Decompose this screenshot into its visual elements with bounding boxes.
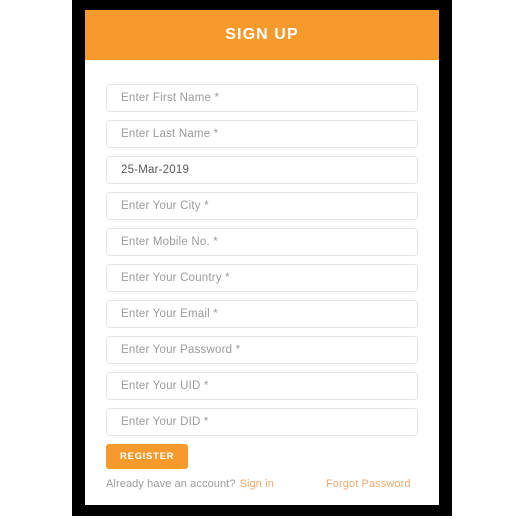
register-button[interactable]: REGISTER — [106, 444, 189, 469]
email-input[interactable]: Enter Your Email * — [106, 300, 418, 328]
mobile-no-input[interactable]: Enter Mobile No. * — [106, 228, 418, 256]
first-name-input[interactable]: Enter First Name * — [106, 84, 418, 112]
card-header: SIGN UP — [85, 10, 439, 60]
mobile-no-placeholder: Enter Mobile No. * — [121, 236, 218, 248]
uid-placeholder: Enter Your UID * — [121, 380, 209, 392]
forgot-password-link[interactable]: Forgot Password — [326, 478, 411, 490]
last-name-input[interactable]: Enter Last Name * — [106, 120, 418, 148]
city-input[interactable]: Enter Your City * — [106, 192, 418, 220]
date-of-birth-input[interactable]: 25-Mar-2019 — [106, 156, 418, 184]
did-placeholder: Enter Your DID * — [121, 416, 209, 428]
card-frame: SIGN UP Enter First Name * Enter Last Na… — [72, 0, 452, 516]
date-of-birth-value: 25-Mar-2019 — [121, 164, 190, 176]
country-placeholder: Enter Your Country * — [121, 272, 230, 284]
signup-card: SIGN UP Enter First Name * Enter Last Na… — [85, 10, 439, 505]
password-input[interactable]: Enter Your Password * — [106, 336, 418, 364]
first-name-placeholder: Enter First Name * — [121, 92, 220, 104]
city-placeholder: Enter Your City * — [121, 200, 209, 212]
country-input[interactable]: Enter Your Country * — [106, 264, 418, 292]
did-input[interactable]: Enter Your DID * — [106, 408, 418, 436]
email-placeholder: Enter Your Email * — [121, 308, 218, 320]
sign-in-link[interactable]: Sign in — [240, 478, 274, 490]
password-placeholder: Enter Your Password * — [121, 344, 241, 356]
page-title: SIGN UP — [225, 26, 299, 43]
form-actions: REGISTER Already have an account? Sign i… — [106, 444, 418, 490]
have-account-label: Already have an account? — [106, 478, 236, 490]
signup-form: Enter First Name * Enter Last Name * 25-… — [85, 60, 439, 505]
last-name-placeholder: Enter Last Name * — [121, 128, 219, 140]
signup-screen: SIGN UP Enter First Name * Enter Last Na… — [0, 0, 520, 520]
footer-links: Already have an account? Sign in Forgot … — [106, 478, 418, 490]
uid-input[interactable]: Enter Your UID * — [106, 372, 418, 400]
